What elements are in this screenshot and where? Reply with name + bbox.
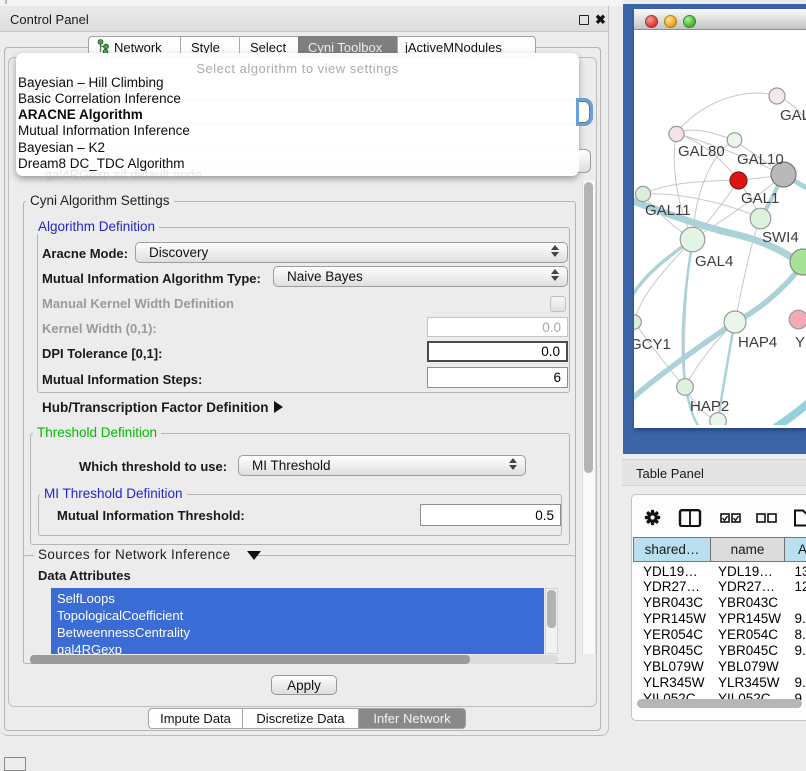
svg-text:GAL1: GAL1 (741, 190, 779, 207)
svg-text:HAP2: HAP2 (690, 398, 729, 415)
svg-text:GAL80: GAL80 (678, 143, 725, 160)
svg-text:HAP4: HAP4 (738, 334, 777, 351)
svg-text:GCY1: GCY1 (634, 336, 671, 353)
svg-text:GAL10: GAL10 (737, 151, 784, 168)
svg-text:Y: Y (795, 334, 805, 351)
svg-text:GAL4: GAL4 (695, 253, 733, 270)
svg-text:GAL11: GAL11 (645, 202, 691, 219)
svg-text:SWI4: SWI4 (762, 229, 799, 246)
svg-text:GAL3: GAL3 (780, 107, 806, 124)
